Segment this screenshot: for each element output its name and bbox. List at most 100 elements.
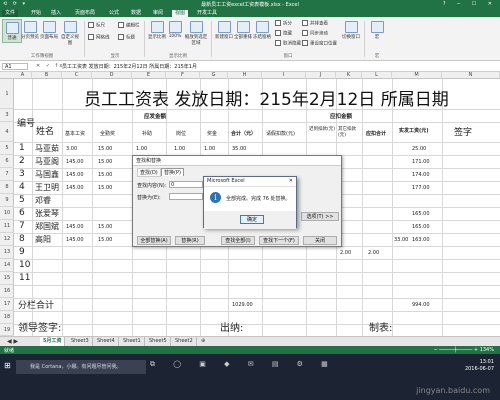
find-next-button[interactable]: 查找下一个(F) xyxy=(259,236,299,245)
unhide-button[interactable]: 取消隐藏 xyxy=(275,40,301,47)
headings-checkbox[interactable]: 标题 xyxy=(118,34,135,41)
column-header[interactable]: C xyxy=(62,72,92,79)
tab-find[interactable]: 查找(D) xyxy=(137,168,161,177)
zoom-slider[interactable]: − ─────┼───── + 134% xyxy=(433,347,494,353)
name-box[interactable]: A1 xyxy=(2,63,28,70)
column-header[interactable]: N xyxy=(442,72,500,79)
tab-view[interactable]: 视图 xyxy=(172,10,189,17)
zoom-button[interactable]: 显示比例 xyxy=(148,19,166,41)
row-header[interactable]: 7 xyxy=(0,168,14,181)
group-zoom: 显示比例 xyxy=(169,54,187,59)
cell-full: 15.00 xyxy=(98,237,113,243)
row-header[interactable]: 8 xyxy=(0,181,14,194)
row-header[interactable]: 13 xyxy=(0,246,14,259)
ok-button[interactable]: 确定 xyxy=(240,215,264,224)
row-header[interactable]: 6 xyxy=(0,155,14,168)
windows-start-icon[interactable]: ⊞ xyxy=(4,361,11,370)
zoom-100-button[interactable]: 100% xyxy=(166,19,184,41)
row-header[interactable]: 19 xyxy=(0,324,14,336)
tab-home[interactable]: 开始 xyxy=(28,10,44,17)
new-window-button[interactable]: 新建窗口 xyxy=(215,19,233,41)
close-icon[interactable]: ✕ xyxy=(289,178,293,184)
macros-button[interactable]: 宏 xyxy=(368,19,386,41)
emp-name: 马亚茹 xyxy=(35,144,59,153)
emp-no: 5 xyxy=(19,195,25,205)
sheet-nav-arrows[interactable]: ◀ ▶ xyxy=(4,337,21,346)
row-header[interactable]: 5 xyxy=(0,142,14,155)
view-side-by-side-button[interactable]: 并排查看 xyxy=(302,20,328,27)
new-sheet-icon[interactable]: ⊕ xyxy=(198,337,208,346)
tab-replace[interactable]: 替换(P) xyxy=(161,168,184,176)
sheet-tab[interactable]: Sheet5 xyxy=(146,337,171,346)
column-header[interactable]: G xyxy=(200,72,228,79)
window-controls[interactable]: ? ─ ☐ ✕ xyxy=(443,1,497,7)
header-total: 合计（元） xyxy=(231,131,257,137)
row-header[interactable]: 10 xyxy=(0,207,14,220)
row-header[interactable]: 9 xyxy=(0,194,14,207)
sheet-tab[interactable]: Sheet3 xyxy=(68,337,93,346)
sheet-tab[interactable]: Sheet2 xyxy=(172,337,197,346)
tab-review[interactable]: 审阅 xyxy=(150,10,166,17)
row-header[interactable]: 16 xyxy=(0,285,14,298)
sync-scroll-button[interactable]: 同步滚动 xyxy=(302,30,328,37)
column-header[interactable]: A xyxy=(14,72,32,79)
column-header[interactable]: H xyxy=(228,72,262,79)
row-header[interactable]: 17 xyxy=(0,298,14,311)
replace-button[interactable]: 替换(R) xyxy=(175,236,205,245)
page-break-preview-button[interactable]: 分页预览 xyxy=(21,19,39,41)
freeze-panes-button[interactable]: 冻结窗格 xyxy=(253,19,271,41)
find-input[interactable]: 0 xyxy=(169,181,203,188)
close-button[interactable]: 关闭 xyxy=(303,236,337,245)
column-header[interactable]: F xyxy=(166,72,200,79)
column-header[interactable]: E xyxy=(132,72,166,79)
zoom-to-selection-button[interactable]: 缩放到选定区域 xyxy=(184,19,208,46)
tab-data[interactable]: 数据 xyxy=(128,10,144,17)
row-header[interactable]: 18 xyxy=(0,311,14,324)
column-header[interactable]: L xyxy=(362,72,392,79)
options-button[interactable]: 选项(T) >> xyxy=(301,212,339,221)
sheet-tab[interactable]: Sheet1 xyxy=(120,337,145,346)
row-header[interactable]: 4 xyxy=(0,122,14,142)
message-box-titlebar[interactable]: Microsoft Excel ✕ xyxy=(204,177,296,187)
dialog-titlebar[interactable]: 查找和替换 xyxy=(133,156,341,166)
replace-all-button[interactable]: 全部替换(A) xyxy=(137,236,171,245)
window-title: 最新员工工资excel工资表模板.xlsx - Excel xyxy=(201,2,299,8)
tab-formulas[interactable]: 公式 xyxy=(106,10,122,17)
reset-window-position-button[interactable]: 重设窗口位置 xyxy=(302,40,337,47)
formula-bar-checkbox[interactable]: 编辑栏 xyxy=(118,22,140,29)
arrange-all-button[interactable]: 全部重排 xyxy=(234,19,252,41)
hide-button[interactable]: 隐藏 xyxy=(275,30,292,37)
row-header[interactable]: 11 xyxy=(0,220,14,233)
column-header[interactable]: D xyxy=(92,72,132,79)
tab-page-layout[interactable]: 页面布局 xyxy=(72,10,98,17)
column-header[interactable]: J xyxy=(306,72,336,79)
custom-views-button[interactable]: 自定义视图 xyxy=(59,19,81,46)
column-header[interactable]: M xyxy=(392,72,442,79)
column-header[interactable]: B xyxy=(32,72,62,79)
find-all-button[interactable]: 查找全部(I) xyxy=(221,236,255,245)
row-header[interactable]: 1 xyxy=(0,79,14,109)
replace-input[interactable] xyxy=(169,193,203,200)
row-header[interactable]: 12 xyxy=(0,233,14,246)
normal-view-button[interactable]: 普通 xyxy=(2,19,22,43)
page-layout-view-button[interactable]: 页面布局 xyxy=(40,19,58,41)
formula-input[interactable]: 员工工资表 发放日期：215年2月12日 所属日期：215年1月 xyxy=(62,63,197,70)
gridlines-checkbox[interactable]: 网格线 xyxy=(88,34,110,41)
taskbar-app-icons[interactable]: ⧉ ◯ ▣ ◆ ✉ ▤ ⚙ ▦ xyxy=(150,360,336,369)
cell-subsidy: 1.00 xyxy=(136,146,148,152)
column-header[interactable]: I xyxy=(262,72,306,79)
row-header[interactable]: 15 xyxy=(0,272,14,285)
row-header[interactable]: 3 xyxy=(0,109,14,122)
sheet-tab[interactable]: Sheet4 xyxy=(94,337,119,346)
switch-windows-button[interactable]: 切换窗口 xyxy=(342,19,360,41)
tab-developer[interactable]: 开发工具 xyxy=(194,10,220,17)
row-header[interactable]: 14 xyxy=(0,259,14,272)
split-button[interactable]: 拆分 xyxy=(275,20,292,27)
formula-bar: A1 ✕ ✓ fx 员工工资表 发放日期：215年2月12日 所属日期：215年… xyxy=(0,61,500,72)
cortana-search-box[interactable]: 我是 Cortana，小娜。有问题尽管问我。 xyxy=(16,360,146,374)
tab-insert[interactable]: 插入 xyxy=(48,10,64,17)
tab-file[interactable]: 文件 xyxy=(2,10,19,17)
column-header[interactable]: K xyxy=(336,72,362,79)
fx-icon[interactable]: ✕ ✓ fx xyxy=(36,63,64,69)
ruler-checkbox[interactable]: 标尺 xyxy=(88,22,105,29)
